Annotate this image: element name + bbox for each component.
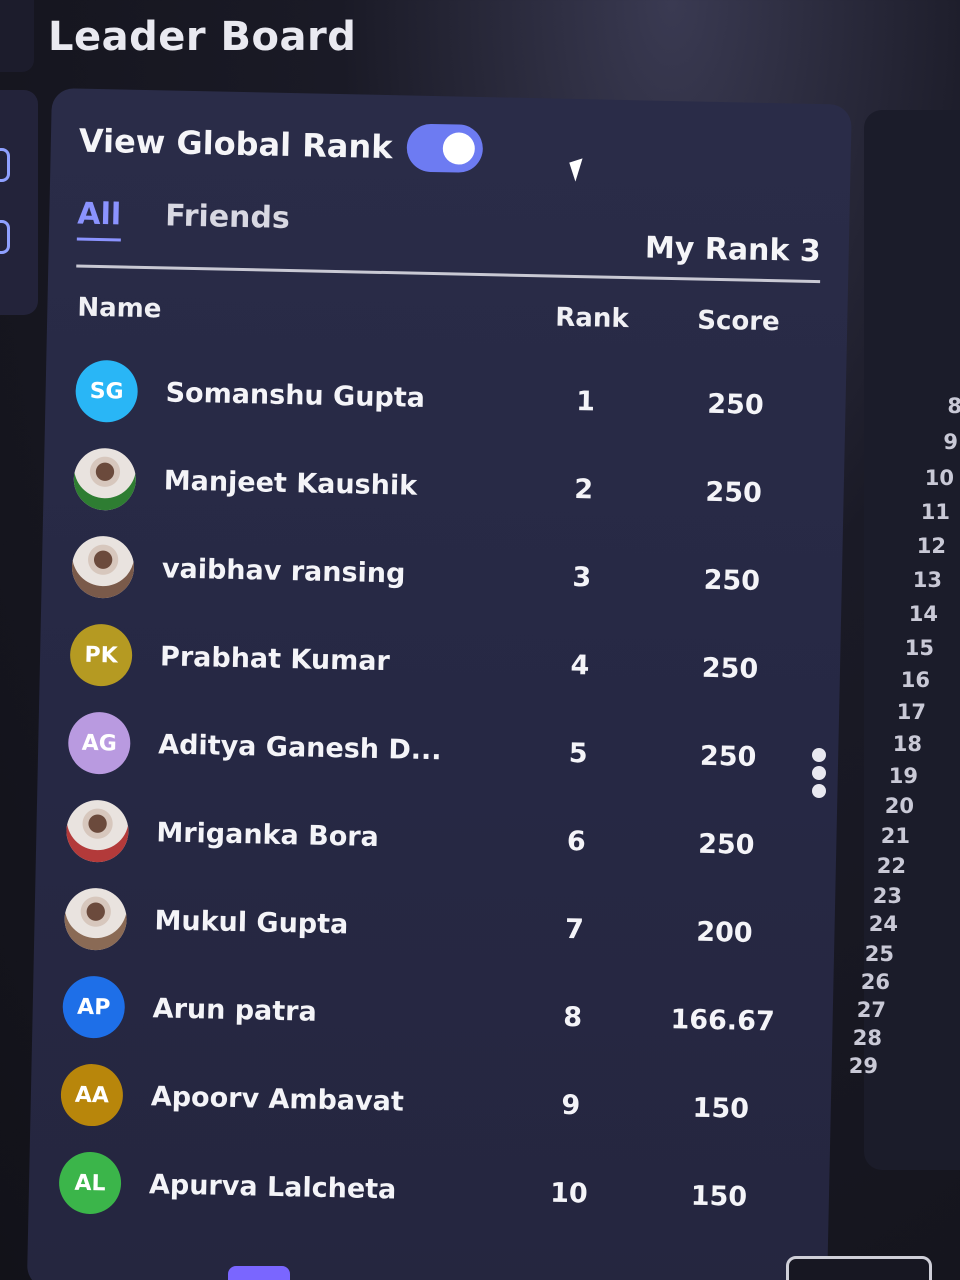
- player-score: 250: [703, 564, 761, 597]
- player-name: Manjeet Kaushik: [163, 464, 418, 502]
- player-rank: 1: [575, 385, 596, 417]
- player-score: 150: [690, 1180, 748, 1213]
- player-name: Prabhat Kumar: [159, 640, 391, 677]
- line-number: 26: [860, 970, 890, 994]
- player-rank: 10: [549, 1177, 589, 1209]
- line-number: 29: [848, 1054, 878, 1078]
- leaderboard-row[interactable]: AL Apurva Lalcheta 10 150: [58, 1138, 800, 1241]
- bookmark-icon[interactable]: [0, 148, 10, 182]
- line-number: 9: [943, 430, 958, 454]
- player-rank: 6: [566, 825, 587, 857]
- leaderboard-row[interactable]: SG Somanshu Gupta 1 250: [75, 347, 817, 450]
- line-number: 16: [900, 668, 930, 692]
- toggle-knob: [442, 132, 475, 165]
- rail-top-tab: [0, 0, 34, 72]
- header-divider: [76, 264, 821, 284]
- leaderboard-row[interactable]: vaibhav ransing 3 250: [71, 523, 813, 626]
- left-rail: [0, 90, 38, 315]
- player-name: vaibhav ransing: [161, 552, 406, 590]
- line-number: 21: [880, 824, 910, 848]
- global-rank-label: View Global Rank: [78, 121, 393, 167]
- leaderboard-row[interactable]: AG Aditya Ganesh D... 5 250: [67, 698, 809, 801]
- avatar: AG: [67, 711, 131, 775]
- player-name: Aditya Ganesh D...: [157, 728, 442, 766]
- player-rank: 4: [570, 649, 590, 681]
- line-number: 13: [912, 568, 942, 592]
- bottom-right-button[interactable]: [786, 1256, 932, 1280]
- line-number: 11: [920, 500, 950, 524]
- line-number: 17: [896, 700, 926, 724]
- line-number: 23: [872, 884, 902, 908]
- column-header-score: Score: [696, 305, 781, 338]
- line-number: 12: [916, 534, 946, 558]
- avatar: [65, 799, 130, 863]
- player-score: 250: [705, 476, 763, 509]
- bottom-tab-indicator[interactable]: [228, 1266, 290, 1280]
- player-score: 200: [695, 916, 753, 949]
- player-score: 250: [707, 388, 765, 421]
- player-score: 150: [692, 1092, 750, 1125]
- avatar: [71, 535, 135, 599]
- player-name: Mriganka Bora: [156, 816, 380, 853]
- avatar: [63, 887, 128, 951]
- vertical-dots-icon: [812, 766, 826, 780]
- player-rank: 9: [561, 1089, 581, 1121]
- player-score: 250: [701, 652, 759, 685]
- line-number: 22: [876, 854, 906, 878]
- leaderboard-row[interactable]: Manjeet Kaushik 2 250: [73, 435, 815, 538]
- player-name: Apoorv Ambavat: [150, 1080, 405, 1118]
- leaderboard-row[interactable]: AP Arun patra 8 166.67: [62, 962, 804, 1065]
- player-rank: 5: [568, 737, 588, 769]
- leaderboard-row[interactable]: PK Prabhat Kumar 4 250: [69, 611, 811, 714]
- player-name: Apurva Lalcheta: [148, 1168, 397, 1205]
- column-header-rank: Rank: [554, 302, 629, 335]
- leaderboard-row[interactable]: AA Apoorv Ambavat 9 150: [60, 1050, 802, 1153]
- leaderboard-tabs: All Friends: [76, 196, 290, 245]
- player-rank: 7: [564, 913, 585, 945]
- avatar: PK: [69, 623, 133, 687]
- leaderboard-row[interactable]: Mriganka Bora 6 250: [65, 786, 808, 889]
- line-number: 8: [947, 394, 960, 418]
- avatar: SG: [75, 359, 139, 423]
- more-options-button[interactable]: [808, 748, 830, 798]
- line-number: 14: [908, 602, 938, 626]
- vertical-dots-icon: [812, 784, 826, 798]
- page-title: Leader Board: [48, 14, 357, 60]
- tab-all[interactable]: All: [76, 196, 122, 242]
- tab-friends[interactable]: Friends: [165, 198, 290, 245]
- line-number: 18: [892, 732, 922, 756]
- line-number: 27: [856, 998, 886, 1022]
- avatar: AP: [62, 975, 126, 1039]
- avatar: AA: [60, 1063, 124, 1127]
- player-rank: 3: [572, 561, 592, 593]
- leaderboard-panel: View Global Rank All Friends My Rank 3 N…: [26, 88, 852, 1280]
- line-number: 10: [924, 466, 954, 490]
- line-number: 28: [852, 1026, 882, 1050]
- player-name: Arun patra: [152, 992, 318, 1028]
- player-name: Somanshu Gupta: [165, 376, 426, 414]
- line-number: 24: [868, 912, 898, 936]
- player-score: 250: [699, 740, 757, 773]
- column-header-name: Name: [77, 292, 162, 325]
- user-icon[interactable]: [0, 220, 10, 254]
- player-score: 250: [697, 828, 755, 861]
- line-number: 20: [884, 794, 914, 818]
- player-rank: 2: [573, 473, 594, 505]
- avatar: [73, 447, 137, 511]
- player-rank: 8: [562, 1001, 583, 1033]
- player-score: 166.67: [670, 1003, 776, 1037]
- global-rank-toggle[interactable]: [406, 123, 484, 174]
- global-rank-row: View Global Rank: [78, 117, 484, 174]
- leaderboard-list: SG Somanshu Gupta 1 250 Manjeet Kaushik …: [58, 347, 816, 1242]
- leaderboard-row[interactable]: Mukul Gupta 7 200: [63, 874, 806, 977]
- line-number: 19: [888, 764, 918, 788]
- line-number: 25: [864, 942, 894, 966]
- my-rank: My Rank 3: [644, 230, 822, 270]
- avatar: AL: [58, 1151, 122, 1215]
- player-name: Mukul Gupta: [154, 904, 349, 940]
- vertical-dots-icon: [812, 748, 826, 762]
- line-number: 15: [904, 636, 934, 660]
